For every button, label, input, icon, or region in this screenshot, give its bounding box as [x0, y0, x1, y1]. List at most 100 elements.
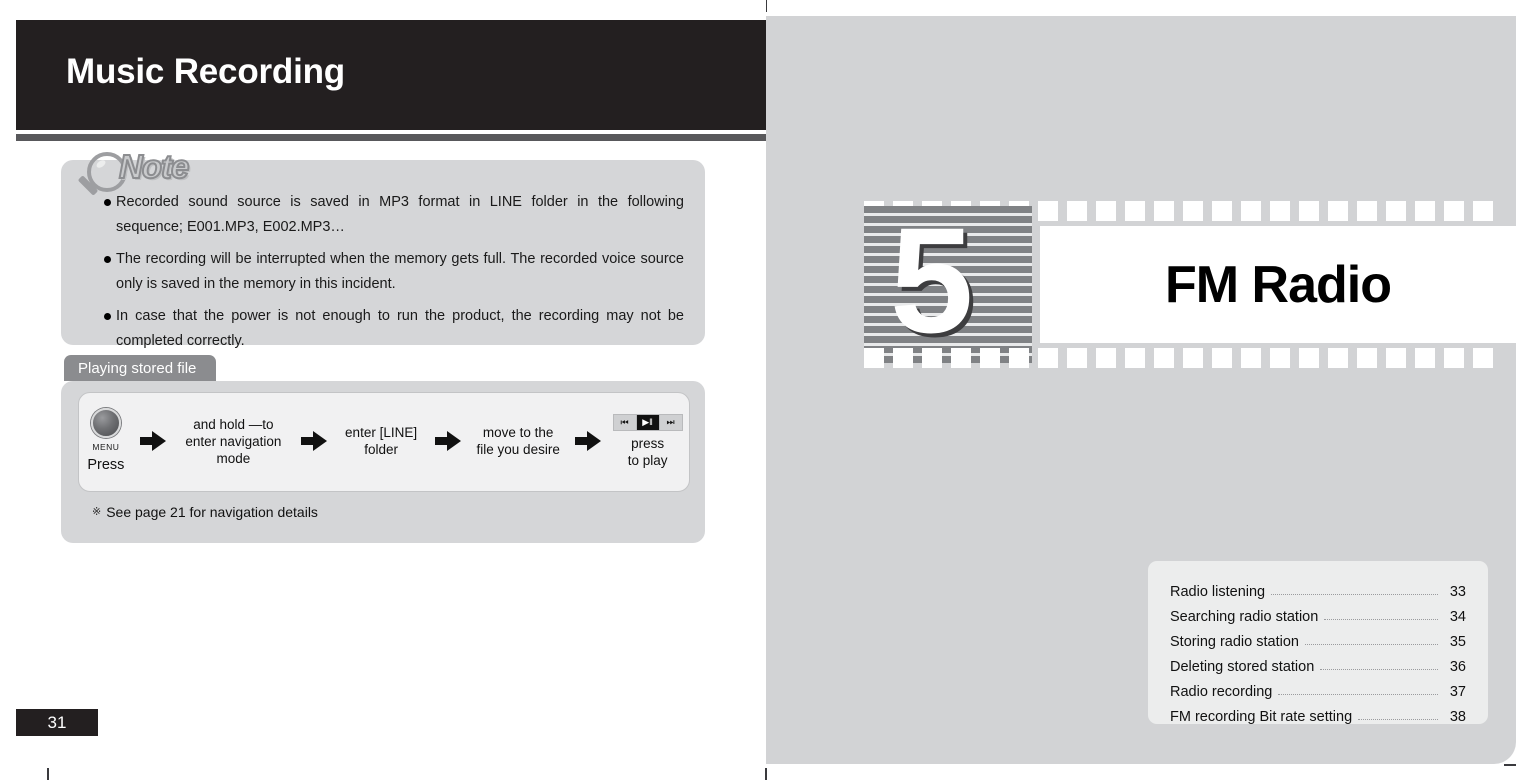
toc-entry-label: Deleting stored station	[1170, 659, 1315, 675]
playback-controls: ⏮ ▶‖ ⏭	[612, 413, 683, 431]
perforation	[980, 348, 1000, 368]
crop-mark-bottom-mid-v	[765, 768, 767, 780]
toc-entry[interactable]: Deleting stored station 36	[1170, 650, 1466, 675]
toc-entry[interactable]: FM recording Bit rate setting 38	[1170, 700, 1466, 725]
note-list: Recorded sound source is saved in MP3 fo…	[104, 190, 684, 361]
perforation	[1270, 201, 1290, 221]
perforation	[1038, 201, 1058, 221]
toc-entry-label: Searching radio station	[1170, 609, 1319, 625]
perforation	[1096, 201, 1116, 221]
perforation	[1415, 348, 1435, 368]
perforation	[1328, 348, 1348, 368]
perforation	[1009, 348, 1029, 368]
toc-leader	[1278, 693, 1438, 695]
perforation	[1299, 201, 1319, 221]
perforation	[1328, 201, 1348, 221]
perforation	[1270, 348, 1290, 368]
flow-diagram: MENU Press and hold —to enter navigation…	[78, 392, 688, 490]
toc-entry-label: Radio listening	[1170, 584, 1266, 600]
crop-mark-bottom-right-h	[1504, 764, 1516, 766]
flow-step-line: move to the	[482, 425, 554, 440]
perforation	[1183, 201, 1203, 221]
crop-mark-bottom-left-v	[47, 768, 49, 780]
toc-entry-page: 38	[1449, 709, 1466, 725]
toc-entry[interactable]: Radio recording 37	[1170, 675, 1466, 700]
footnote: ※ See page 21 for navigation details	[92, 504, 318, 520]
perforation	[1415, 201, 1435, 221]
perforation	[1386, 348, 1406, 368]
chapter-filmstrip: 5 FM Radio	[864, 201, 1516, 368]
perforation	[951, 348, 971, 368]
play-pause-icon: ▶‖	[636, 414, 660, 430]
flow-step-hold-menu: and hold —to enter navigation mode	[172, 416, 295, 467]
page-title: Music Recording	[66, 52, 345, 91]
toc-entry-page: 37	[1449, 684, 1466, 700]
perforation	[1241, 201, 1261, 221]
perforation	[1473, 201, 1493, 221]
perforation	[1125, 348, 1145, 368]
manual-spread: Music Recording Note Recorded sound sour…	[0, 0, 1516, 780]
perforation	[893, 348, 913, 368]
flow-step-menu: MENU Press	[78, 408, 134, 474]
perforation	[1154, 201, 1174, 221]
flow-arrow-icon	[139, 431, 166, 451]
toc-leader	[1358, 718, 1438, 720]
toc-entry-label: Radio recording	[1170, 684, 1273, 700]
perforation	[1386, 201, 1406, 221]
perforation	[1444, 201, 1464, 221]
toc-entry[interactable]: Radio listening 33	[1170, 575, 1466, 600]
flow-step-caption: Press	[87, 457, 125, 473]
perforation	[1299, 348, 1319, 368]
perforation	[1357, 348, 1377, 368]
chapter-number: 5	[890, 206, 974, 363]
flow-step-press-to-play: ⏮ ▶‖ ⏭ press to play	[607, 413, 688, 469]
perforation	[1444, 348, 1464, 368]
perforation	[1183, 348, 1203, 368]
toc-entry-page: 36	[1449, 659, 1466, 675]
toc-entry[interactable]: Storing radio station 35	[1170, 625, 1466, 650]
flow-step-line: and hold —to	[193, 416, 274, 432]
toc-entry[interactable]: Searching radio station 34	[1170, 600, 1466, 625]
perforation	[864, 348, 884, 368]
bullet-icon	[104, 313, 111, 320]
note-item: In case that the power is not enough to …	[104, 304, 684, 354]
flow-arrow-icon	[300, 431, 327, 451]
toc-leader	[1304, 643, 1438, 645]
flow-step-line: folder	[364, 442, 398, 457]
note-item-text: In case that the power is not enough to …	[116, 308, 684, 349]
perforation	[1125, 201, 1145, 221]
toc-leader	[1271, 593, 1438, 595]
right-page: 5 FM Radio Radio listening 33 Searching …	[766, 16, 1516, 764]
chapter-number-block: 5	[864, 206, 1032, 363]
toc-entry-page: 35	[1449, 634, 1466, 650]
toc-entry-label: FM recording Bit rate setting	[1170, 709, 1353, 725]
flow-arrow-icon	[435, 431, 462, 451]
chapter-table-of-contents: Radio listening 33 Searching radio stati…	[1148, 561, 1488, 725]
section-tab-playing-stored-file: Playing stored file	[64, 355, 216, 381]
perforation	[1096, 348, 1116, 368]
note-logo-text: Note	[118, 147, 190, 186]
flow-step-line: to play	[627, 452, 668, 468]
flow-step-line: press	[631, 435, 665, 451]
menu-button-icon	[90, 408, 121, 438]
bullet-icon	[104, 256, 111, 263]
toc-entry-label: Storing radio station	[1170, 634, 1299, 650]
perforation	[1212, 348, 1232, 368]
footnote-text: See page 21 for navigation details	[106, 504, 318, 520]
toc-entry-page: 33	[1449, 584, 1466, 600]
note-item: Recorded sound source is saved in MP3 fo…	[104, 190, 684, 240]
note-item-text: The recording will be interrupted when t…	[116, 251, 684, 292]
flow-step-line: file you desire	[476, 442, 560, 457]
page-number-badge: 31	[16, 709, 98, 736]
toc-leader	[1324, 618, 1438, 620]
perforation	[1154, 348, 1174, 368]
chapter-title-block: FM Radio	[1040, 226, 1516, 343]
flow-arrow-icon	[575, 431, 602, 451]
perforation	[1357, 201, 1377, 221]
perforation	[922, 348, 942, 368]
perforation	[1241, 348, 1261, 368]
toc-leader	[1320, 668, 1438, 670]
page-header-bar: Music Recording	[16, 20, 766, 130]
note-item: The recording will be interrupted when t…	[104, 247, 684, 297]
flow-step-enter-line-folder: enter [LINE] folder	[333, 424, 429, 458]
